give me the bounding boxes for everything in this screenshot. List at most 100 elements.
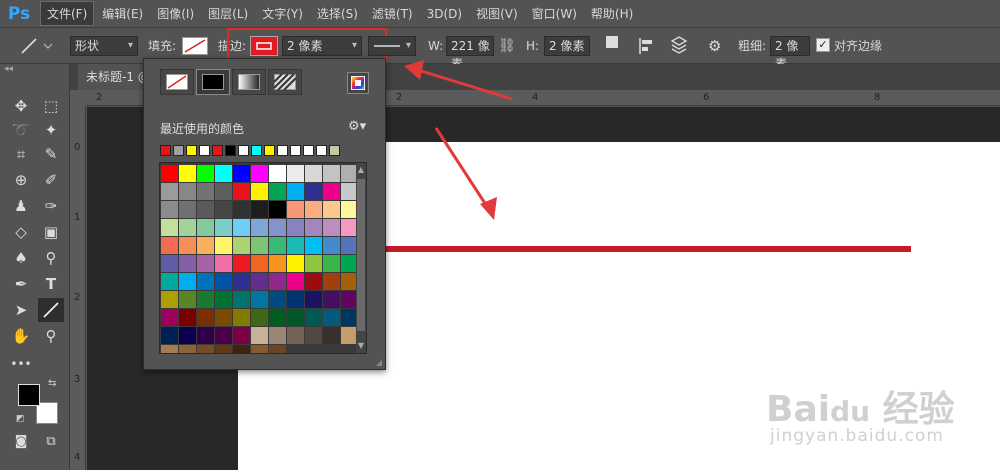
color-swatch[interactable] [179,165,196,182]
swap-colors-icon[interactable]: ⇆ [48,378,56,389]
color-swatch[interactable] [251,183,268,200]
color-swatch[interactable] [197,327,214,344]
menu-filter[interactable]: 滤镜(T) [366,2,419,25]
color-swatch[interactable] [215,165,232,182]
color-swatch[interactable] [323,183,340,200]
color-swatch[interactable] [323,309,340,326]
recent-color-swatch[interactable] [199,145,210,156]
mode-select[interactable]: 形状 ▾ [70,36,138,56]
color-swatch[interactable] [287,219,304,236]
recent-color-swatch[interactable] [238,145,249,156]
color-swatch[interactable] [287,255,304,272]
color-swatch[interactable] [179,219,196,236]
color-swatch[interactable] [161,273,178,290]
color-swatch[interactable] [215,291,232,308]
menu-3d[interactable]: 3D(D) [421,4,468,24]
line-tool-icon[interactable] [38,298,64,322]
recent-color-swatch[interactable] [264,145,275,156]
color-swatch[interactable] [233,345,250,353]
color-swatch[interactable] [215,255,232,272]
recent-color-swatch[interactable] [225,145,236,156]
color-swatch[interactable] [197,183,214,200]
crop-tool-icon[interactable]: ⌗ [8,142,34,166]
height-input[interactable]: 2 像素 [544,36,590,56]
pen-tool-icon[interactable]: ✒ [8,272,34,296]
eraser-tool-icon[interactable]: ◇ [8,220,34,244]
pattern-button[interactable] [268,69,302,95]
color-swatch[interactable] [323,165,340,182]
recent-color-swatch[interactable] [290,145,301,156]
blur-tool-icon[interactable]: ♠ [8,246,34,270]
recent-color-swatch[interactable] [212,145,223,156]
color-swatch[interactable] [215,237,232,254]
color-swatch[interactable] [179,327,196,344]
color-swatch[interactable] [251,201,268,218]
color-swatch[interactable] [233,183,250,200]
color-swatch[interactable] [215,201,232,218]
color-swatch[interactable] [161,309,178,326]
scroll-down-icon[interactable]: ▼ [356,340,366,352]
color-swatch[interactable] [215,219,232,236]
color-swatch[interactable] [323,291,340,308]
history-brush-tool-icon[interactable]: ✑ [38,194,64,218]
color-swatch[interactable] [161,219,178,236]
red-line-shape[interactable] [386,246,911,252]
color-swatch[interactable] [251,345,268,353]
healing-brush-tool-icon[interactable]: ⊕ [8,168,34,192]
brush-tool-icon[interactable]: ✐ [38,168,64,192]
color-swatch[interactable] [215,345,232,353]
magic-wand-tool-icon[interactable]: ✦ [38,118,64,142]
color-swatch[interactable] [323,219,340,236]
link-icon[interactable]: ⛓ [498,36,516,56]
color-swatch[interactable] [323,327,340,344]
color-swatch[interactable] [179,309,196,326]
color-swatch[interactable] [161,165,178,182]
color-swatch[interactable] [287,201,304,218]
recent-color-swatch[interactable] [186,145,197,156]
color-swatch[interactable] [251,219,268,236]
recent-color-swatch[interactable] [251,145,262,156]
color-swatch[interactable] [269,237,286,254]
color-swatch[interactable] [161,237,178,254]
zoom-tool-icon[interactable]: ⚲ [38,324,64,348]
color-swatch[interactable] [233,291,250,308]
color-swatch[interactable] [161,327,178,344]
more-tools-icon[interactable]: ••• [8,352,34,376]
color-swatch[interactable] [179,237,196,254]
color-swatch[interactable] [251,237,268,254]
color-swatch[interactable] [287,165,304,182]
color-swatch[interactable] [305,291,322,308]
color-swatch[interactable] [161,291,178,308]
menu-edit[interactable]: 编辑(E) [96,2,149,25]
color-swatch[interactable] [269,201,286,218]
recent-color-swatch[interactable] [329,145,340,156]
fill-swatch[interactable] [182,37,208,55]
color-swatch[interactable] [161,255,178,272]
ruler-corner[interactable] [70,90,86,106]
scrollbar-thumb[interactable] [357,179,365,331]
color-swatch[interactable] [269,255,286,272]
dodge-tool-icon[interactable]: ⚲ [38,246,64,270]
color-swatch[interactable] [197,255,214,272]
solid-color-button[interactable] [196,69,230,95]
hand-tool-icon[interactable]: ✋ [8,324,34,348]
color-swatch[interactable] [323,201,340,218]
color-swatch[interactable] [197,291,214,308]
color-swatch[interactable] [287,273,304,290]
color-swatch[interactable] [179,183,196,200]
color-swatch[interactable] [197,273,214,290]
lasso-tool-icon[interactable]: ➰ [8,118,34,142]
stroke-type-select[interactable]: ▾ [368,36,416,56]
menu-select[interactable]: 选择(S) [311,2,364,25]
color-swatch[interactable] [197,219,214,236]
recent-color-swatch[interactable] [277,145,288,156]
color-swatch[interactable] [305,237,322,254]
weight-input[interactable]: 2 像素 [770,36,810,71]
menu-file[interactable]: 文件(F) [40,1,95,26]
color-swatch[interactable] [197,345,214,353]
eyedropper-tool-icon[interactable]: ✎ [38,142,64,166]
color-swatch[interactable] [161,183,178,200]
color-swatch[interactable] [215,327,232,344]
path-operations-icon[interactable] [606,36,618,48]
color-swatch[interactable] [287,183,304,200]
